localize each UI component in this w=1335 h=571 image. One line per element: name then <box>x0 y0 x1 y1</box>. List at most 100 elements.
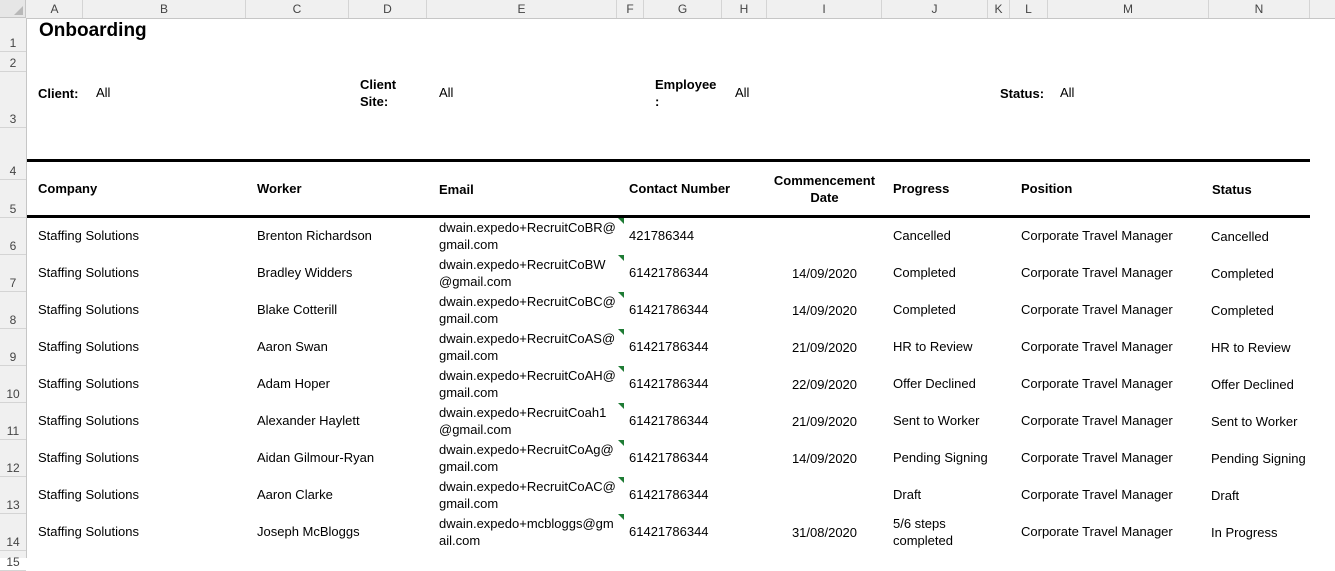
row-header-9[interactable]: 9 <box>0 329 26 366</box>
cell-date[interactable]: 14/09/2020 <box>767 303 882 318</box>
comment-indicator-icon[interactable] <box>618 403 624 409</box>
cell-email-line2[interactable]: gmail.com <box>439 237 498 252</box>
column-header-d[interactable]: D <box>349 0 427 18</box>
cell-email-line1[interactable]: dwain.expedo+RecruitCoBW <box>439 257 606 272</box>
row-header-12[interactable]: 12 <box>0 440 26 477</box>
cell-date[interactable]: 22/09/2020 <box>767 377 882 392</box>
comment-indicator-icon[interactable] <box>618 366 624 372</box>
cell-date[interactable]: 14/09/2020 <box>767 266 882 281</box>
cell-company[interactable]: Staffing Solutions <box>38 302 139 317</box>
cell-contact[interactable]: 61421786344 <box>629 302 709 317</box>
comment-indicator-icon[interactable] <box>618 477 624 483</box>
cell-contact[interactable]: 61421786344 <box>629 265 709 280</box>
header-company[interactable]: Company <box>38 181 97 196</box>
cell-status[interactable]: Cancelled <box>1211 229 1269 244</box>
cell-position[interactable]: Corporate Travel Manager <box>1021 302 1173 317</box>
cell-contact[interactable]: 61421786344 <box>629 524 709 539</box>
cell-status[interactable]: Pending Signing <box>1211 451 1306 466</box>
cell-position[interactable]: Corporate Travel Manager <box>1021 413 1173 428</box>
header-commencement-line1[interactable]: Commencement <box>767 173 882 188</box>
column-header-f[interactable]: F <box>617 0 644 18</box>
cell-worker[interactable]: Aaron Swan <box>257 339 328 354</box>
column-header-k[interactable]: K <box>988 0 1010 18</box>
cell-status[interactable]: Completed <box>1211 303 1274 318</box>
cell-contact[interactable]: 61421786344 <box>629 413 709 428</box>
cell-company[interactable]: Staffing Solutions <box>38 450 139 465</box>
cell-progress-line2[interactable]: completed <box>893 533 953 548</box>
row-header-7[interactable]: 7 <box>0 255 26 292</box>
row-header-10[interactable]: 10 <box>0 366 26 403</box>
column-header-c[interactable]: C <box>246 0 349 18</box>
cell-contact[interactable]: 61421786344 <box>629 487 709 502</box>
cell-email-line2[interactable]: gmail.com <box>439 496 498 511</box>
cell-progress[interactable]: Draft <box>893 487 921 502</box>
cell-email-line2[interactable]: @gmail.com <box>439 422 511 437</box>
row-header-3[interactable]: 3 <box>0 72 26 128</box>
cell-progress[interactable]: Cancelled <box>893 228 951 243</box>
comment-indicator-icon[interactable] <box>618 329 624 335</box>
cell-contact[interactable]: 61421786344 <box>629 450 709 465</box>
cell-worker[interactable]: Blake Cotterill <box>257 302 337 317</box>
row-header-1[interactable]: 1 <box>0 18 26 52</box>
cell-email-line1[interactable]: dwain.expedo+RecruitCoBR@ <box>439 220 616 235</box>
cell-position[interactable]: Corporate Travel Manager <box>1021 228 1173 243</box>
cell-position[interactable]: Corporate Travel Manager <box>1021 339 1173 354</box>
comment-indicator-icon[interactable] <box>618 440 624 446</box>
cell-status[interactable]: Draft <box>1211 488 1239 503</box>
comment-indicator-icon[interactable] <box>618 255 624 261</box>
cell-worker[interactable]: Aidan Gilmour-Ryan <box>257 450 374 465</box>
cell-company[interactable]: Staffing Solutions <box>38 524 139 539</box>
cell-progress[interactable]: HR to Review <box>893 339 972 354</box>
row-header-6[interactable]: 6 <box>0 218 26 255</box>
header-progress[interactable]: Progress <box>893 181 949 196</box>
cell-email-line1[interactable]: dwain.expedo+RecruitCoBC@ <box>439 294 616 309</box>
cell-company[interactable]: Staffing Solutions <box>38 265 139 280</box>
cell-progress[interactable]: Pending Signing <box>893 450 988 465</box>
column-header-h[interactable]: H <box>722 0 767 18</box>
column-header-g[interactable]: G <box>644 0 722 18</box>
header-position[interactable]: Position <box>1021 181 1072 196</box>
cell-email-line2[interactable]: gmail.com <box>439 311 498 326</box>
cell-email-line1[interactable]: dwain.expedo+RecruitCoAS@ <box>439 331 615 346</box>
column-header-m[interactable]: M <box>1048 0 1209 18</box>
column-header-e[interactable]: E <box>427 0 617 18</box>
cell-email-line2[interactable]: gmail.com <box>439 385 498 400</box>
cell-position[interactable]: Corporate Travel Manager <box>1021 376 1173 391</box>
cell-contact[interactable]: 61421786344 <box>629 339 709 354</box>
cell-status[interactable]: Completed <box>1211 266 1274 281</box>
cell-worker[interactable]: Adam Hoper <box>257 376 330 391</box>
cell-date[interactable]: 21/09/2020 <box>767 414 882 429</box>
column-header-j[interactable]: J <box>882 0 988 18</box>
comment-indicator-icon[interactable] <box>618 218 624 224</box>
header-status[interactable]: Status <box>1212 182 1252 197</box>
cell-progress[interactable]: Completed <box>893 265 956 280</box>
cell-position[interactable]: Corporate Travel Manager <box>1021 487 1173 502</box>
header-worker[interactable]: Worker <box>257 181 302 196</box>
column-header-n[interactable]: N <box>1209 0 1310 18</box>
header-commencement-line2[interactable]: Date <box>767 190 882 205</box>
cell-contact[interactable]: 61421786344 <box>629 376 709 391</box>
row-header-2[interactable]: 2 <box>0 52 26 72</box>
cell-status[interactable]: In Progress <box>1211 525 1277 540</box>
cell-email-line2[interactable]: gmail.com <box>439 348 498 363</box>
cell-position[interactable]: Corporate Travel Manager <box>1021 524 1173 539</box>
row-header-8[interactable]: 8 <box>0 292 26 329</box>
cell-progress[interactable]: Sent to Worker <box>893 413 979 428</box>
cell-progress[interactable]: Completed <box>893 302 956 317</box>
cell-company[interactable]: Staffing Solutions <box>38 339 139 354</box>
filter-employee-value[interactable]: All <box>735 85 749 100</box>
column-header-a[interactable]: A <box>27 0 83 18</box>
row-header-5[interactable]: 5 <box>0 160 26 218</box>
cell-status[interactable]: Sent to Worker <box>1211 414 1297 429</box>
cell-position[interactable]: Corporate Travel Manager <box>1021 265 1173 280</box>
cell-worker[interactable]: Aaron Clarke <box>257 487 333 502</box>
cell-date[interactable]: 31/08/2020 <box>767 525 882 540</box>
filter-site-value[interactable]: All <box>439 85 453 100</box>
cell-worker[interactable]: Brenton Richardson <box>257 228 372 243</box>
cell-date[interactable]: 21/09/2020 <box>767 340 882 355</box>
column-header-i[interactable]: I <box>767 0 882 18</box>
column-header-b[interactable]: B <box>83 0 246 18</box>
cell-company[interactable]: Staffing Solutions <box>38 376 139 391</box>
cell-contact[interactable]: 421786344 <box>629 228 694 243</box>
select-all-corner[interactable] <box>0 0 26 18</box>
